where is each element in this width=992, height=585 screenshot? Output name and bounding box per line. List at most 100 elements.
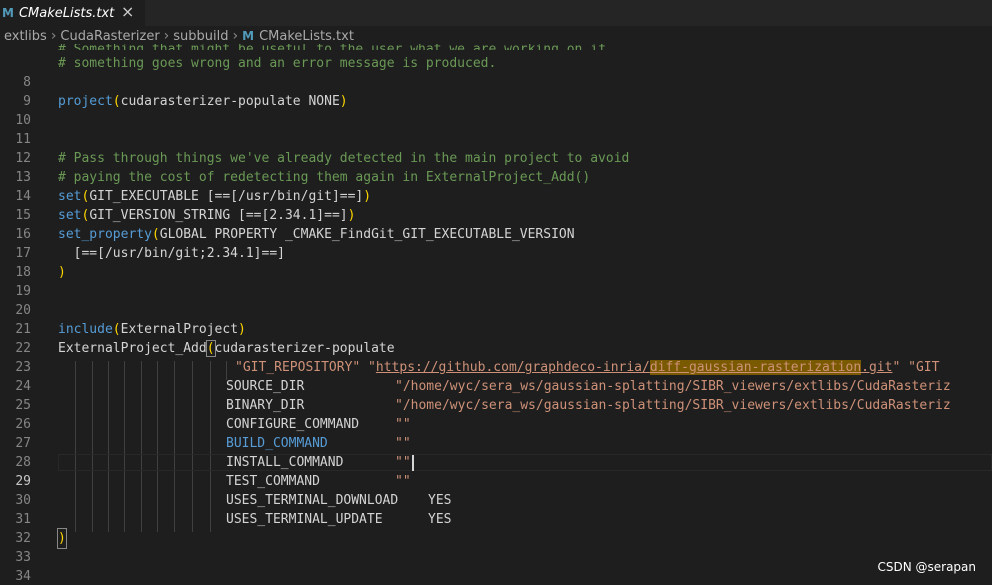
option-value: "/home/wyc/sera_ws/gaussian-splatting/SI… [395,398,951,413]
bracket: ) [58,265,66,280]
option-value: "" [395,417,411,432]
option-value: YES [428,512,452,527]
bracket: ) [339,94,348,109]
comment-text: # Pass through things we've already dete… [58,151,630,166]
option-key: SOURCE_DIR [226,379,305,394]
arguments: [==[/usr/bin/git;2.34.1]==] [58,246,285,261]
search-highlight[interactable]: diff-gaussian-rasterization [649,360,862,375]
command-name: project [58,94,113,109]
option-value: "" [395,436,411,451]
partially-visible-line: # Something that might be useful to the … [58,44,606,50]
arguments: cudarasterizer-populate NONE [120,94,340,109]
option-value: "" [395,474,411,489]
code-line[interactable]: 9 [0,73,992,109]
code-line[interactable]: 22 include(ExternalProject) [0,320,992,356]
code-line[interactable]: 26 BINARY_DIR "/home/wyc/sera_ws/gaussia… [0,396,992,432]
chevron-right-icon: › [232,28,239,44]
chevron-right-icon: › [50,28,57,44]
arguments: GIT_VERSION_STRING [==[2.34.1]==] [89,208,348,223]
repo-url[interactable]: .git [861,360,892,375]
command-name: ExternalProject_Add [58,341,207,356]
code-line[interactable]: 21 [0,301,992,337]
chevron-right-icon: › [163,28,170,44]
cmake-file-icon: M [2,6,14,20]
breadcrumb-item-subbuild[interactable]: subbuild [173,29,228,44]
breadcrumb: extlibs › CudaRasterizer › subbuild › M … [0,26,992,46]
string-tail: " "GIT [892,360,940,375]
cmake-file-icon: M [242,29,255,43]
code-content: include(ExternalProject) [58,320,246,339]
code-line[interactable]: 17 set_property(GLOBAL PROPERTY _CMAKE_F… [0,225,992,261]
arguments: ExternalProject [120,322,239,337]
command-name: set [58,208,82,223]
code-line[interactable]: 19 ) [0,263,992,299]
code-line[interactable]: 35 [0,567,992,585]
bracket-match: ( [205,340,216,357]
comment-text: # paying the cost of redetecting them ag… [58,170,591,185]
code-line[interactable]: 8 # something goes wrong and an error me… [0,54,992,90]
close-icon[interactable]: × [121,3,134,21]
arguments: GLOBAL PROPERTY _CMAKE_FindGit_GIT_EXECU… [159,227,575,242]
bracket: ( [112,94,121,109]
bracket: ( [112,322,121,337]
option-key: INSTALL_COMMAND [226,455,344,470]
code-line[interactable]: 14 # paying the cost of redetecting them… [0,168,992,204]
option-key: TEST_COMMAND [226,474,320,489]
option-key: BINARY_DIR [226,398,305,413]
tab-bar: M CMakeLists.txt × [0,0,992,26]
option-value: YES [428,493,452,508]
code-content: ExternalProject_Add(cudarasterizer-popul… [58,339,395,358]
code-line[interactable]: 16 set(GIT_VERSION_STRING [==[2.34.1]==]… [0,206,992,242]
tab-cmakelists[interactable]: M CMakeLists.txt × [0,0,145,26]
code-line[interactable]: 30 TEST_COMMAND "" [0,472,992,508]
quote: " [360,360,376,375]
code-line-current[interactable]: 29 INSTALL_COMMAND "" [0,453,992,489]
option-key: "GIT_REPOSITORY" [235,360,361,375]
code-line[interactable]: 20 [0,282,992,318]
bracket-match: ) [57,528,67,549]
code-line[interactable]: 12 [0,130,992,166]
repo-url[interactable]: https://github.com/graphdeco-inria/ [376,360,650,375]
code-line[interactable]: 28 BUILD_COMMAND "" [0,434,992,470]
command-name: set [58,189,82,204]
bracket: ) [347,208,356,223]
option-value-wrap: "" [395,453,414,472]
code-line[interactable]: 11 [0,111,992,147]
option-key: USES_TERMINAL_UPDATE [226,512,383,527]
code-content: set(GIT_EXECUTABLE [==[/usr/bin/git]==]) [58,187,371,206]
code-content: "GIT_REPOSITORY" "https://github.com/gra… [235,358,939,377]
code-editor[interactable]: # Something that might be useful to the … [0,44,992,585]
code-line[interactable]: 34 [0,548,992,584]
code-line[interactable]: 27 CONFIGURE_COMMAND "" [0,415,992,451]
code-line[interactable]: 24 "GIT_REPOSITORY" "https://github.com/… [0,358,992,394]
breadcrumb-item-cudarasterizer[interactable]: CudaRasterizer [60,29,159,44]
command-name: set_property [58,227,152,242]
code-line[interactable]: 15 set(GIT_EXECUTABLE [==[/usr/bin/git]=… [0,187,992,223]
code-line[interactable]: 25 SOURCE_DIR "/home/wyc/sera_ws/gaussia… [0,377,992,413]
option-key: BUILD_COMMAND [226,436,328,451]
watermark: CSDN @serapan [877,560,976,574]
arguments: cudarasterizer-populate [214,341,395,356]
bracket: ) [363,189,372,204]
bracket: ) [238,322,246,337]
text-cursor [411,454,414,471]
code-line[interactable]: 23 ExternalProject_Add(cudarasterizer-po… [0,339,992,375]
code-content: set_property(GLOBAL PROPERTY _CMAKE_Find… [58,225,575,244]
breadcrumb-item-file[interactable]: CMakeLists.txt [259,29,354,44]
code-line[interactable]: 13 # Pass through things we've already d… [0,149,992,185]
option-value: "/home/wyc/sera_ws/gaussian-splatting/SI… [395,379,951,394]
code-content: project(cudarasterizer-populate NONE) [58,92,348,111]
option-value: "" [395,455,411,470]
option-key: CONFIGURE_COMMAND [226,417,360,432]
bracket: ( [151,227,160,242]
code-line[interactable]: 31 USES_TERMINAL_DOWNLOAD YES [0,491,992,527]
code-line[interactable]: 18 [==[/usr/bin/git;2.34.1]==] [0,244,992,280]
arguments: GIT_EXECUTABLE [==[/usr/bin/git]==] [89,189,364,204]
breadcrumb-item-extlibs[interactable]: extlibs [4,29,47,44]
option-key: USES_TERMINAL_DOWNLOAD [226,493,399,508]
code-line[interactable]: 33 ) [0,528,992,565]
tab-label: CMakeLists.txt [18,5,115,21]
command-name: include [58,322,113,337]
code-line[interactable]: 32 USES_TERMINAL_UPDATE YES [0,510,992,546]
code-line[interactable]: 10 project(cudarasterizer-populate NONE) [0,92,992,128]
